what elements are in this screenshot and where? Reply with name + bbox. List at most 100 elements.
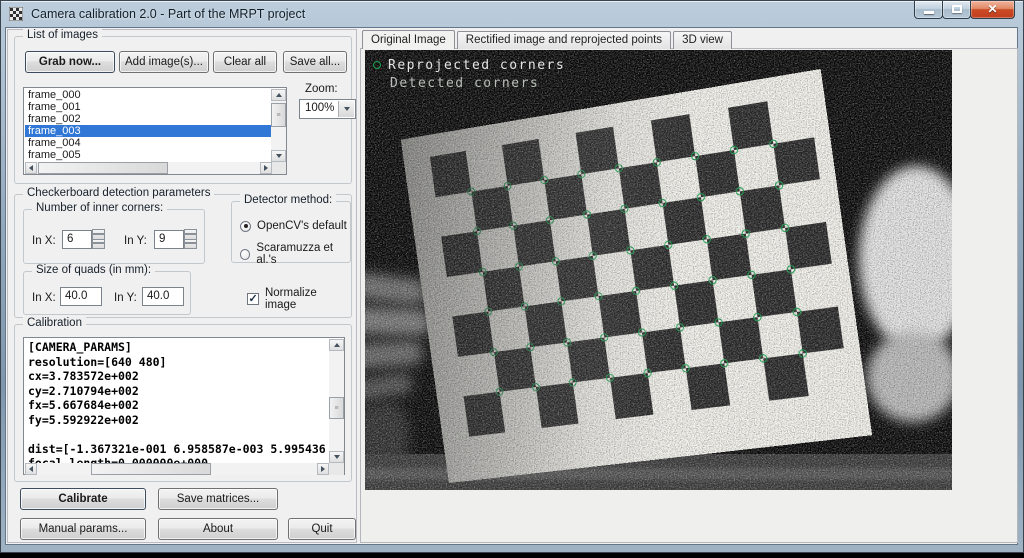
quit-button[interactable]: Quit [288, 518, 356, 540]
minimize-icon [924, 11, 934, 14]
checkbox-label: Normalize image [265, 287, 351, 311]
list-item[interactable]: frame_002 [25, 113, 271, 125]
group-title: Detector method: [240, 194, 336, 206]
spin-down-button[interactable] [92, 239, 105, 250]
camera-image-view: Reprojected corners Detected corners [365, 50, 952, 490]
vscroll-thumb[interactable]: ≡ [271, 103, 286, 127]
calibration-text: [CAMERA_PARAMS] resolution=[640 480] cx=… [25, 339, 329, 463]
hscroll-thumb[interactable] [38, 162, 168, 174]
legend-reprojected: Reprojected corners [373, 56, 565, 74]
group-title: Calibration [23, 317, 86, 329]
tab-label: 3D view [682, 34, 723, 46]
calibrate-button[interactable]: Calibrate [20, 488, 146, 510]
quad-x-input[interactable]: 40.0 [60, 287, 102, 306]
scroll-left-icon [29, 165, 33, 171]
app-window: Camera calibration 2.0 - Part of the MRP… [0, 0, 1024, 553]
calibration-output[interactable]: [CAMERA_PARAMS] resolution=[640 480] cx=… [23, 337, 345, 475]
scroll-down-icon [334, 455, 340, 459]
radio-label: Scaramuzza et al.'s [256, 242, 350, 266]
group-calibration: Calibration [CAMERA_PARAMS] resolution=[… [14, 324, 352, 482]
tab-content: Reprojected corners Detected corners [360, 48, 1018, 543]
group-title: Checkerboard detection parameters [23, 187, 214, 199]
in-y-label: In Y: [114, 292, 137, 304]
close-button[interactable]: ✕ [970, 1, 1015, 19]
about-button[interactable]: About [158, 518, 278, 540]
tab-bar: Original Image Rectified image and repro… [362, 31, 732, 49]
combo-dropdown-button[interactable] [338, 101, 354, 117]
close-icon: ✕ [971, 2, 1014, 16]
zoom-combobox[interactable]: 100% [299, 99, 356, 119]
clear-all-button[interactable]: Clear all [213, 51, 277, 73]
group-detection-params: Checkerboard detection parameters Number… [14, 194, 352, 318]
chevron-down-icon [344, 107, 350, 111]
manual-params-button[interactable]: Manual params... [20, 518, 146, 540]
save-all-button[interactable]: Save all... [283, 51, 347, 73]
left-panel: List of images Grab now... Add image(s).… [7, 29, 357, 543]
right-hand-highlight [859, 166, 952, 351]
radio-scaramuzza[interactable]: Scaramuzza et al.'s [240, 242, 350, 266]
group-title: Size of quads (in mm): [32, 264, 155, 276]
right-hand-highlight [867, 332, 952, 422]
in-y-label: In Y: [124, 235, 147, 247]
grab-now-button[interactable]: Grab now... [25, 51, 115, 73]
image-list: frame_000frame_001frame_002frame_003fram… [25, 89, 271, 162]
list-item[interactable]: frame_001 [25, 101, 271, 113]
calibration-hscrollbar[interactable] [25, 463, 329, 475]
maximize-button[interactable] [942, 1, 971, 19]
listbox-hscrollbar[interactable] [25, 162, 272, 174]
minimize-button[interactable] [914, 1, 943, 19]
add-images-button[interactable]: Add image(s)... [119, 51, 209, 73]
checkerboard-app-icon [9, 7, 23, 21]
calibration-vscrollbar[interactable]: ≡ [329, 339, 344, 463]
maximize-icon [952, 5, 962, 13]
window-title: Camera calibration 2.0 - Part of the MRP… [31, 1, 305, 27]
group-title: Number of inner corners: [32, 202, 167, 214]
hscroll-thumb[interactable] [91, 463, 211, 475]
image-legend: Reprojected corners Detected corners [373, 56, 565, 92]
tab-label: Rectified image and reprojected points [466, 34, 662, 46]
in-x-label: In X: [32, 235, 56, 247]
list-item[interactable]: frame_000 [25, 89, 271, 101]
quad-y-input[interactable]: 40.0 [142, 287, 184, 306]
client-area: List of images Grab now... Add image(s).… [5, 27, 1018, 545]
lighting-shade [401, 69, 872, 483]
save-matrices-button[interactable]: Save matrices... [158, 488, 278, 510]
spin-up-icon [185, 233, 196, 235]
radio-opencv-default[interactable]: OpenCV's default [240, 220, 347, 232]
checkbox-icon [247, 293, 259, 305]
corners-x-spinner[interactable] [92, 230, 105, 249]
listbox-vscrollbar[interactable]: ≡ [271, 89, 286, 162]
legend-label: Reprojected corners [388, 58, 565, 73]
scroll-left-icon [29, 466, 33, 472]
group-inner-corners: Number of inner corners: In X: 6 In Y: 9 [23, 209, 205, 264]
tab-original-image[interactable]: Original Image [362, 30, 455, 49]
image-listbox[interactable]: frame_000frame_001frame_002frame_003fram… [23, 87, 287, 175]
radio-icon [240, 221, 251, 232]
group-detector-method: Detector method: OpenCV's default Scaram… [231, 201, 351, 263]
corners-y-spinner[interactable] [184, 230, 197, 249]
spin-down-icon [185, 242, 196, 244]
tab-label: Original Image [371, 34, 446, 46]
list-item[interactable]: frame_004 [25, 137, 271, 149]
hand-finger-shape [365, 371, 414, 403]
tab-3d-view[interactable]: 3D view [673, 31, 732, 49]
green-ring-icon [373, 61, 381, 69]
scroll-right-icon [264, 165, 268, 171]
spin-down-button[interactable] [184, 239, 197, 250]
legend-label: Detected corners [390, 76, 539, 91]
scroll-down-icon [276, 154, 282, 158]
normalize-image-checkbox[interactable]: Normalize image [247, 287, 351, 311]
scroll-up-icon [276, 93, 282, 97]
vscroll-thumb[interactable]: ≡ [329, 397, 344, 419]
zoom-label: Zoom: [305, 83, 338, 95]
radio-icon [240, 249, 250, 260]
group-title: List of images [23, 29, 102, 41]
scroll-up-icon [334, 343, 340, 347]
corners-x-input[interactable]: 6 [62, 230, 92, 249]
tab-rectified-image[interactable]: Rectified image and reprojected points [457, 31, 671, 49]
list-item[interactable]: frame_003 [25, 125, 271, 137]
list-item[interactable]: frame_005 [25, 149, 271, 161]
title-bar[interactable]: Camera calibration 2.0 - Part of the MRP… [1, 1, 1023, 27]
corners-y-input[interactable]: 9 [154, 230, 184, 249]
radio-label: OpenCV's default [257, 220, 347, 232]
